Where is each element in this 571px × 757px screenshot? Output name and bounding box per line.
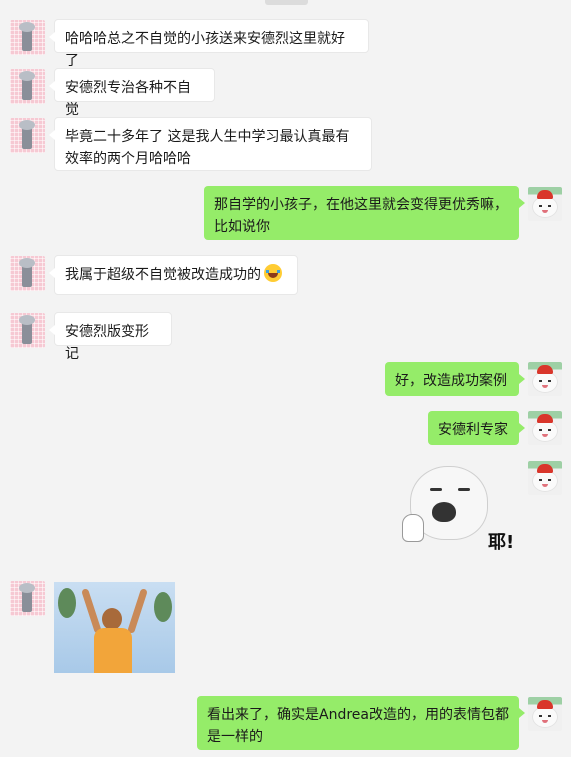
timestamp-chip bbox=[265, 0, 308, 5]
message-bubble-right[interactable]: 看出来了，确实是Andrea改造的，用的表情包都是一样的 bbox=[197, 696, 525, 750]
message-bubble-left[interactable]: 我属于超级不自觉被改造成功的 bbox=[49, 255, 298, 295]
message-bubble-left[interactable]: 安德烈版变形记 bbox=[49, 312, 172, 362]
cat-face-sticker-icon[interactable]: 耶! bbox=[402, 462, 520, 562]
message-bubble-right[interactable]: 安德利专家 bbox=[428, 411, 525, 445]
my-avatar[interactable] bbox=[528, 411, 562, 445]
my-avatar[interactable] bbox=[528, 362, 562, 396]
sticker-caption: 耶! bbox=[488, 532, 515, 553]
message-text: 我属于超级不自觉被改造成功的 bbox=[65, 267, 261, 283]
contact-avatar[interactable] bbox=[10, 581, 45, 616]
message-bubble-right[interactable]: 那自学的小孩子，在他这里就会变得更优秀嘛，比如说你 bbox=[204, 186, 525, 240]
contact-avatar[interactable] bbox=[10, 20, 45, 55]
message-bubble-left[interactable]: 哈哈哈总之不自觉的小孩送来安德烈这里就好了 bbox=[49, 19, 369, 69]
my-avatar[interactable] bbox=[528, 697, 562, 731]
my-avatar[interactable] bbox=[528, 461, 562, 495]
message-bubble-left[interactable]: 毕竟二十多年了 这是我人生中学习最认真最有效率的两个月哈哈哈 bbox=[49, 117, 372, 171]
contact-avatar[interactable] bbox=[10, 256, 45, 291]
contact-avatar[interactable] bbox=[10, 313, 45, 348]
my-avatar[interactable] bbox=[528, 187, 562, 221]
message-bubble-left[interactable]: 安德烈专治各种不自觉 bbox=[49, 68, 215, 118]
contact-avatar[interactable] bbox=[10, 118, 45, 153]
message-bubble-right[interactable]: 好，改造成功案例 bbox=[385, 362, 525, 396]
laughing-crying-emoji-icon bbox=[264, 264, 282, 282]
celebrating-man-photo[interactable] bbox=[54, 582, 175, 673]
contact-avatar[interactable] bbox=[10, 69, 45, 104]
